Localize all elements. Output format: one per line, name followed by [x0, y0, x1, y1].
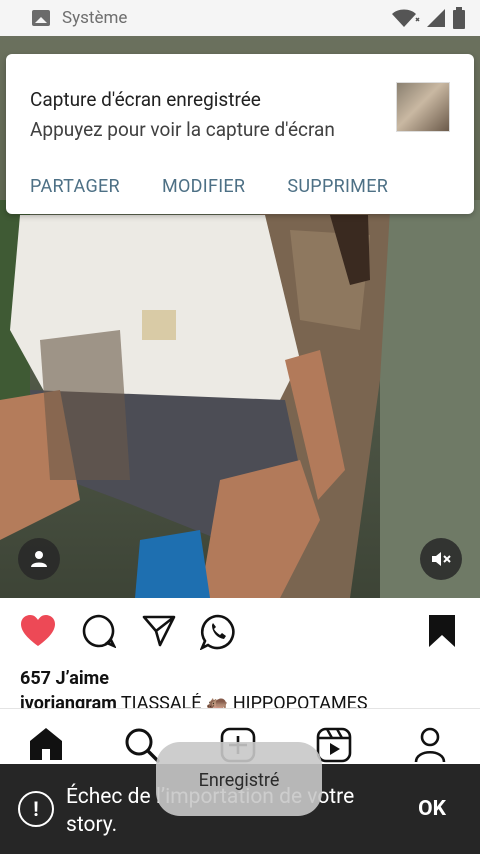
edit-button[interactable]: MODIFIER [162, 176, 245, 197]
delete-button[interactable]: SUPPRIMER [287, 176, 388, 197]
caption-username[interactable]: ivoriangram [20, 693, 117, 709]
mute-button[interactable] [420, 538, 462, 580]
saved-toast: Enregistré [156, 742, 322, 816]
reels-icon[interactable] [316, 727, 352, 763]
bookmark-icon[interactable] [428, 614, 456, 648]
snackbar-ok-button[interactable]: OK [418, 797, 446, 821]
screenshot-notification[interactable]: Capture d'écran enregistrée Appuyez pour… [6, 54, 474, 214]
post-caption: ivoriangram TIASSALÉ 🦛 HIPPOPOTAMES [20, 693, 480, 709]
battery-icon [453, 7, 465, 29]
image-icon [32, 10, 50, 26]
status-bar: Système [0, 0, 480, 36]
screenshot-thumbnail[interactable] [396, 82, 450, 132]
comment-icon[interactable] [82, 614, 116, 648]
caption-text: TIASSALÉ 🦛 HIPPOPOTAMES [116, 693, 368, 709]
tagged-users-button[interactable] [18, 538, 60, 580]
share-icon[interactable] [142, 614, 176, 648]
notification-title: Capture d'écran enregistrée [30, 88, 261, 111]
speaker-muted-icon [432, 552, 451, 566]
notification-actions: PARTAGER MODIFIER SUPPRIMER [30, 176, 388, 197]
status-icons [390, 7, 466, 29]
post-action-bar [0, 598, 480, 668]
heart-icon[interactable] [20, 614, 56, 648]
signal-icon [427, 9, 445, 27]
user-icon [31, 551, 47, 567]
alert-icon: ! [18, 791, 54, 827]
profile-icon[interactable] [414, 727, 446, 763]
home-icon[interactable] [28, 727, 64, 761]
status-app-label: Système [62, 8, 128, 28]
share-button[interactable]: PARTAGER [30, 176, 120, 197]
likes-count[interactable]: 657 J’aime [20, 668, 109, 689]
notification-body: Appuyez pour voir la capture d'écran [30, 118, 335, 141]
search-icon[interactable] [124, 727, 160, 763]
wifi-icon [392, 9, 420, 27]
whatsapp-icon[interactable] [200, 614, 236, 650]
screen: Système Capture d'écran enregistrée Appu… [0, 0, 480, 854]
